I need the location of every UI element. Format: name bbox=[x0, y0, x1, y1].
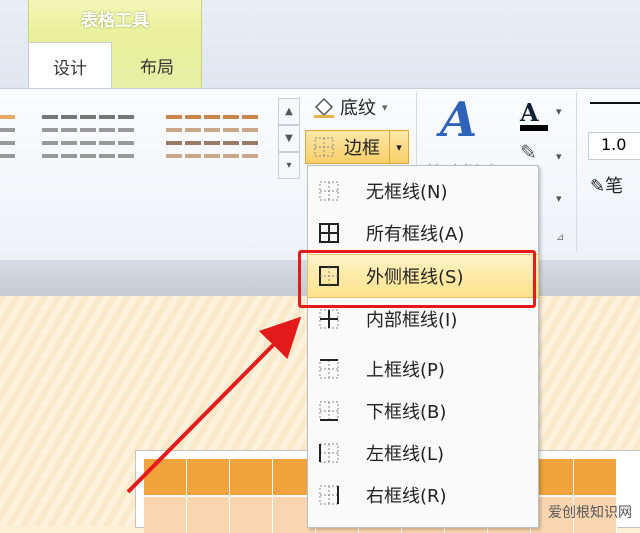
annotation-arrow bbox=[126, 316, 302, 494]
watermark: 爱创根知识网 bbox=[548, 505, 632, 521]
